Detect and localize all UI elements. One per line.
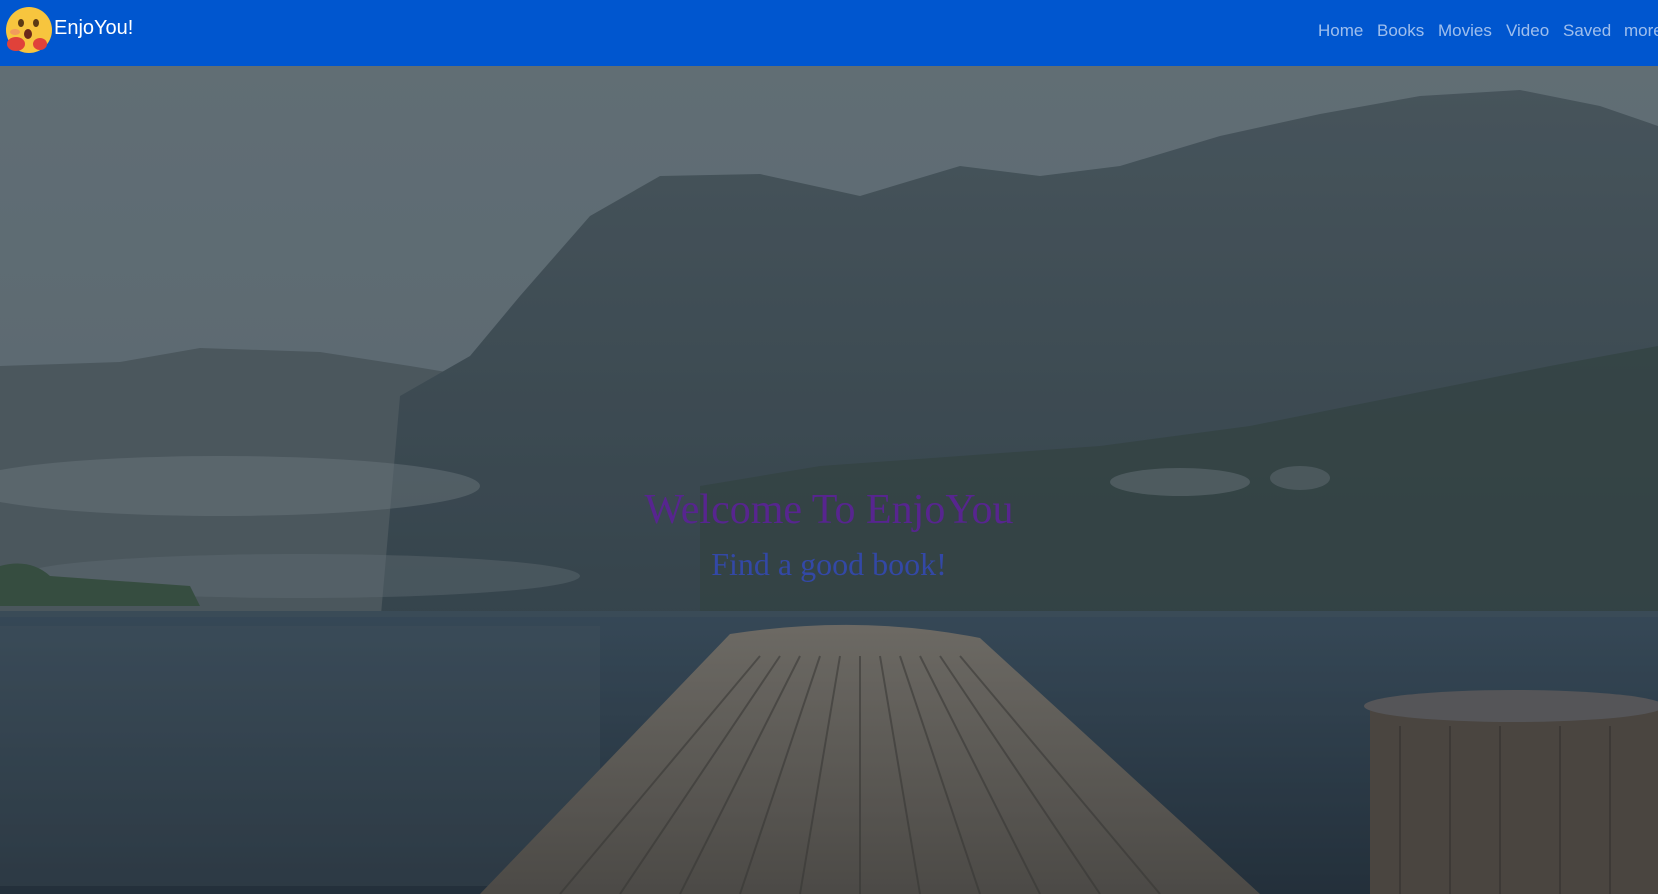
- hero-title: Welcome To EnjoYou: [644, 487, 1014, 533]
- nav-link-saved[interactable]: Saved: [1563, 21, 1611, 41]
- nav-link-video[interactable]: Video: [1506, 21, 1549, 41]
- nav-link-home[interactable]: Home: [1318, 21, 1363, 41]
- hero-section: Welcome To EnjoYou Find a good book!: [0, 66, 1658, 894]
- brand-name[interactable]: EnjoYou!: [54, 17, 133, 40]
- nav-link-books[interactable]: Books: [1377, 21, 1424, 41]
- top-navbar: EnjoYou! Home Books Movies Video Saved m…: [0, 0, 1658, 66]
- hugging-face-logo-icon[interactable]: [4, 6, 54, 56]
- nav-link-more[interactable]: more: [1624, 21, 1658, 41]
- hero-subtitle: Find a good book!: [711, 546, 947, 582]
- nav-link-movies[interactable]: Movies: [1438, 21, 1492, 41]
- hero-background-image: [0, 66, 1658, 894]
